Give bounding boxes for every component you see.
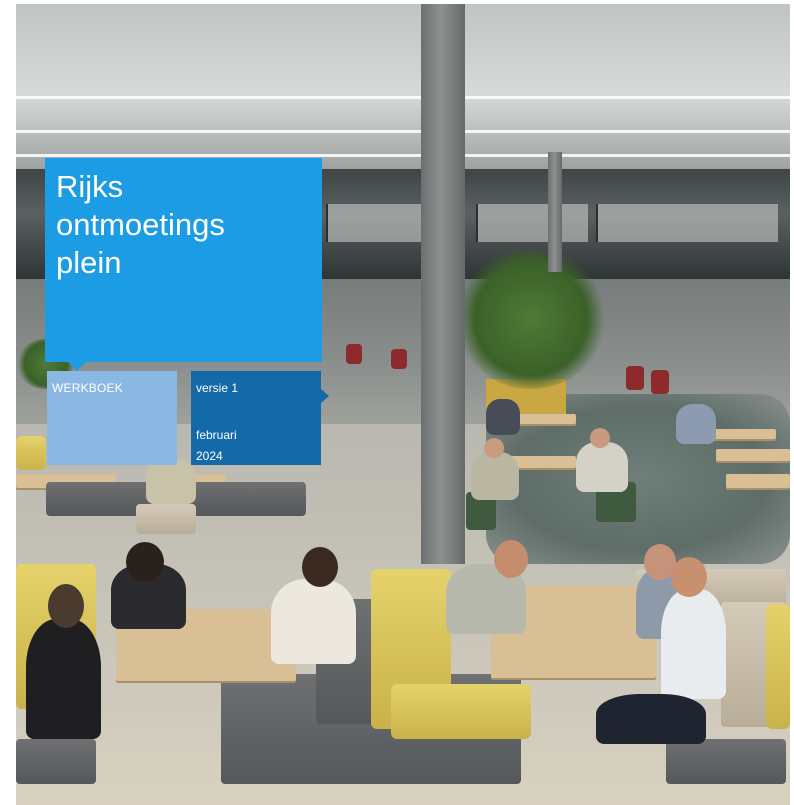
title-line: ontmoetings (56, 207, 225, 242)
workbook-label: WERKBOEK (52, 381, 123, 395)
column (421, 4, 465, 564)
chair (626, 366, 644, 390)
person (676, 404, 716, 444)
date-year: 2024 (196, 449, 223, 463)
bench (391, 684, 531, 739)
document-title: Rijks ontmoetings plein (56, 168, 225, 282)
chair (651, 370, 669, 394)
ceiling (16, 4, 790, 169)
date-month: februari (196, 428, 237, 442)
mezzanine-window (476, 204, 588, 242)
person-head (126, 542, 164, 582)
person-head (590, 428, 610, 448)
person (471, 452, 519, 500)
chair (346, 344, 362, 364)
workbook-label-box: WERKBOEK (47, 371, 177, 465)
chair (391, 349, 407, 369)
bench (16, 436, 46, 470)
person-head (494, 540, 528, 578)
title-line: Rijks (56, 169, 124, 204)
chair (136, 504, 196, 534)
ceiling-light (16, 96, 790, 99)
ceiling-light (16, 154, 790, 157)
person (26, 619, 101, 739)
table (716, 449, 790, 461)
table (706, 429, 776, 439)
bench (16, 739, 96, 784)
person-head (671, 557, 707, 597)
person (271, 579, 356, 664)
person-head (48, 584, 84, 628)
person (596, 694, 706, 744)
title-box: Rijks ontmoetings plein (45, 158, 322, 371)
person (146, 459, 196, 504)
bench (666, 739, 786, 784)
table (516, 414, 576, 424)
person-head (302, 547, 338, 587)
version-box: versie 1 februari 2024 (191, 371, 329, 465)
version-label: versie 1 (196, 381, 239, 395)
mezzanine-window (596, 204, 778, 242)
person (661, 589, 726, 699)
ceiling-light (16, 130, 790, 133)
table (726, 474, 790, 488)
bench (766, 604, 790, 729)
title-box-pointer (67, 361, 87, 371)
person-head (484, 438, 504, 458)
plant (456, 249, 606, 389)
mezzanine-window (326, 204, 423, 242)
column (548, 152, 562, 272)
title-line: plein (56, 245, 122, 280)
person (486, 399, 520, 435)
person (576, 442, 628, 492)
version-box-pointer (321, 389, 329, 403)
